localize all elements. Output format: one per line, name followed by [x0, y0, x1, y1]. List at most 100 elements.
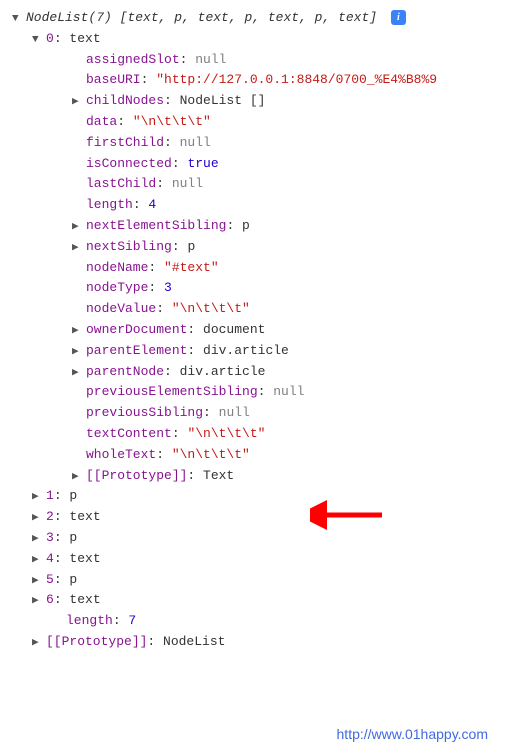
expand-arrow-icon[interactable]: ▶: [72, 365, 86, 383]
property-value: div.article: [180, 364, 266, 379]
property-key: 4: [46, 551, 54, 566]
info-icon[interactable]: i: [391, 10, 406, 25]
property-value: document: [203, 322, 265, 337]
property-key: parentNode: [86, 364, 164, 379]
expand-arrow-icon[interactable]: ▼: [12, 11, 26, 29]
property-value: null: [180, 135, 211, 150]
property-value: NodeList: [163, 634, 225, 649]
property-key: 2: [46, 509, 54, 524]
length-row: length: 7: [12, 611, 502, 632]
expand-arrow-icon[interactable]: ▶: [32, 510, 46, 528]
expand-arrow-icon[interactable]: ▶: [72, 469, 86, 487]
property-row-nextElementSibling[interactable]: ▶nextElementSibling: p: [12, 216, 502, 237]
property-key: 1: [46, 488, 54, 503]
property-row-childNodes[interactable]: ▶childNodes: NodeList []: [12, 91, 502, 112]
property-row-nodeType: nodeType: 3: [12, 278, 502, 299]
property-key: childNodes: [86, 93, 164, 108]
property-value: "\n\t\t\t": [172, 301, 250, 316]
property-row-nodeValue: nodeValue: "\n\t\t\t": [12, 299, 502, 320]
property-key: previousSibling: [86, 405, 203, 420]
item-5-row[interactable]: ▶5: p: [12, 570, 502, 591]
property-key: nextSibling: [86, 239, 172, 254]
expand-arrow-icon[interactable]: ▶: [72, 344, 86, 362]
property-value: "#text": [164, 260, 219, 275]
property-row-previousSibling: previousSibling: null: [12, 403, 502, 424]
property-row-firstChild: firstChild: null: [12, 133, 502, 154]
property-key: previousElementSibling: [86, 384, 258, 399]
property-value: true: [187, 156, 218, 171]
expand-arrow-icon[interactable]: ▶: [32, 531, 46, 549]
property-key: textContent: [86, 426, 172, 441]
item-6-row[interactable]: ▶6: text: [12, 590, 502, 611]
property-key: nodeType: [86, 280, 148, 295]
expand-arrow-icon[interactable]: ▶: [72, 219, 86, 237]
property-key: [[Prototype]]: [46, 634, 147, 649]
property-key: length: [86, 197, 133, 212]
watermark: http://www.01happy.com: [337, 723, 488, 745]
property-row-nodeName: nodeName: "#text": [12, 258, 502, 279]
property-row-baseURI: baseURI: "http://127.0.0.1:8848/0700_%E4…: [12, 70, 502, 91]
expand-arrow-icon[interactable]: ▶: [32, 489, 46, 507]
expand-arrow-icon[interactable]: ▼: [32, 32, 46, 50]
property-value: "\n\t\t\t": [172, 447, 250, 462]
property-key: data: [86, 114, 117, 129]
property-key: assignedSlot: [86, 52, 180, 67]
property-row-parentElement[interactable]: ▶parentElement: div.article: [12, 341, 502, 362]
property-value: 3: [164, 280, 172, 295]
property-key: [[Prototype]]: [86, 468, 187, 483]
property-row-parentNode[interactable]: ▶parentNode: div.article: [12, 362, 502, 383]
property-key: isConnected: [86, 156, 172, 171]
property-value: text: [69, 509, 100, 524]
item-0-row[interactable]: ▼ 0: text: [12, 29, 502, 50]
property-value: null: [172, 176, 203, 191]
property-row-textContent: textContent: "\n\t\t\t": [12, 424, 502, 445]
property-value: 4: [148, 197, 156, 212]
property-value: "\n\t\t\t": [187, 426, 265, 441]
property-value: p: [242, 218, 250, 233]
property-value: p: [69, 488, 77, 503]
property-key: lastChild: [86, 176, 156, 191]
property-row-ownerDocument[interactable]: ▶ownerDocument: document: [12, 320, 502, 341]
property-value: "\n\t\t\t": [133, 114, 211, 129]
property-row-data: data: "\n\t\t\t": [12, 112, 502, 133]
item-1-row[interactable]: ▶1: p: [12, 486, 502, 507]
expand-arrow-icon[interactable]: ▶: [32, 552, 46, 570]
property-key: 0: [46, 31, 54, 46]
item-4-row[interactable]: ▶4: text: [12, 549, 502, 570]
property-row-length: length: 4: [12, 195, 502, 216]
property-key: length: [66, 613, 113, 628]
property-value: text: [69, 592, 100, 607]
property-key: firstChild: [86, 135, 164, 150]
property-value: null: [273, 384, 304, 399]
expand-arrow-icon[interactable]: ▶: [72, 94, 86, 112]
item-2-row[interactable]: ▶2: text: [12, 507, 502, 528]
expand-arrow-icon[interactable]: ▶: [72, 323, 86, 341]
expand-arrow-icon[interactable]: ▶: [32, 635, 46, 653]
property-row-prototype[interactable]: ▶[[Prototype]]: Text: [12, 466, 502, 487]
property-row-assignedSlot: assignedSlot: null: [12, 50, 502, 71]
expand-arrow-icon[interactable]: ▶: [32, 573, 46, 591]
property-key: 5: [46, 572, 54, 587]
expand-arrow-icon[interactable]: ▶: [32, 593, 46, 611]
property-key: 6: [46, 592, 54, 607]
property-row-wholeText: wholeText: "\n\t\t\t": [12, 445, 502, 466]
property-key: nodeName: [86, 260, 148, 275]
property-value: "http://127.0.0.1:8848/0700_%E4%B8%9: [156, 72, 437, 87]
nodelist-preview: [text, p, text, p, text, p, text]: [120, 10, 377, 25]
property-value: div.article: [203, 343, 289, 358]
property-value: p: [187, 239, 195, 254]
item-3-row[interactable]: ▶3: p: [12, 528, 502, 549]
property-value: text: [69, 31, 100, 46]
property-value: null: [219, 405, 250, 420]
prototype-row[interactable]: ▶ [[Prototype]]: NodeList: [12, 632, 502, 653]
property-key: ownerDocument: [86, 322, 187, 337]
property-row-isConnected: isConnected: true: [12, 154, 502, 175]
property-value: NodeList []: [180, 93, 266, 108]
property-key: baseURI: [86, 72, 141, 87]
property-row-lastChild: lastChild: null: [12, 174, 502, 195]
property-row-nextSibling[interactable]: ▶nextSibling: p: [12, 237, 502, 258]
property-key: nextElementSibling: [86, 218, 226, 233]
nodelist-header-row[interactable]: ▼ NodeList(7) [text, p, text, p, text, p…: [12, 8, 502, 29]
expand-arrow-icon[interactable]: ▶: [72, 240, 86, 258]
property-row-previousElementSibling: previousElementSibling: null: [12, 382, 502, 403]
